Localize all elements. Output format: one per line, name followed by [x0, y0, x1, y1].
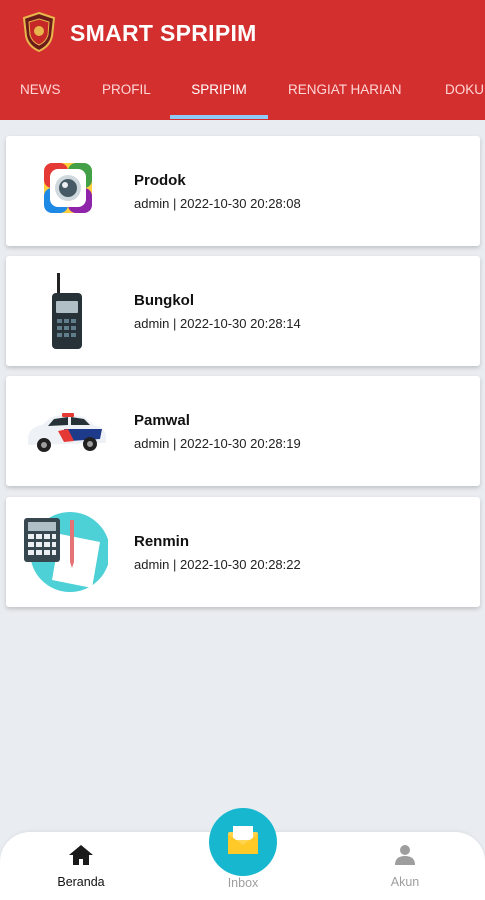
envelope-icon: [228, 826, 258, 854]
item-meta: admin | 2022-10-30 20:28:08: [134, 196, 301, 211]
item-title: Pamwal: [134, 412, 190, 429]
police-badge-icon: [22, 12, 56, 52]
tab-rengiat-harian[interactable]: RENGIAT HARIAN: [288, 70, 402, 120]
active-tab-indicator: [170, 115, 268, 119]
tab-bar: NEWS PROFIL SPRIPIM RENGIAT HARIAN DOKU: [0, 70, 485, 120]
item-meta: admin | 2022-10-30 20:28:22: [134, 557, 301, 572]
home-icon: [69, 845, 93, 865]
tab-dokumen[interactable]: DOKU: [445, 70, 484, 120]
item-title: Prodok: [134, 172, 186, 189]
app-bar: SMART SPRIPIM NEWS PROFIL SPRIPIM RENGIA…: [0, 0, 485, 120]
nav-beranda-label: Beranda: [57, 875, 105, 889]
list-item-prodok[interactable]: Prodok admin | 2022-10-30 20:28:08: [6, 136, 480, 246]
item-title: Renmin: [134, 533, 190, 550]
list-item-renmin[interactable]: Renmin admin | 2022-10-30 20:28:22: [6, 497, 480, 607]
calculator-icon: [24, 512, 108, 592]
nav-inbox-label: Inbox: [227, 876, 259, 890]
tab-news[interactable]: NEWS: [20, 70, 61, 120]
item-meta: admin | 2022-10-30 20:28:19: [134, 436, 301, 451]
inbox-button[interactable]: [209, 808, 277, 876]
camera-icon: [44, 163, 92, 213]
list-item-bungkol[interactable]: Bungkol admin | 2022-10-30 20:28:14: [6, 256, 480, 366]
item-meta: admin | 2022-10-30 20:28:14: [134, 316, 301, 331]
nav-beranda[interactable]: Beranda: [36, 844, 126, 889]
tab-profil[interactable]: PROFIL: [102, 70, 151, 120]
list-item-pamwal[interactable]: Pamwal admin | 2022-10-30 20:28:19: [6, 376, 480, 486]
app-title: SMART SPRIPIM: [70, 20, 257, 46]
police-car-icon: [28, 413, 106, 452]
tab-spripim[interactable]: SPRIPIM: [170, 70, 268, 120]
nav-akun-label: Akun: [390, 875, 420, 889]
walkie-talkie-icon: [52, 273, 82, 349]
item-title: Bungkol: [134, 292, 194, 309]
nav-akun[interactable]: Akun: [360, 844, 450, 889]
person-icon: [395, 845, 415, 865]
